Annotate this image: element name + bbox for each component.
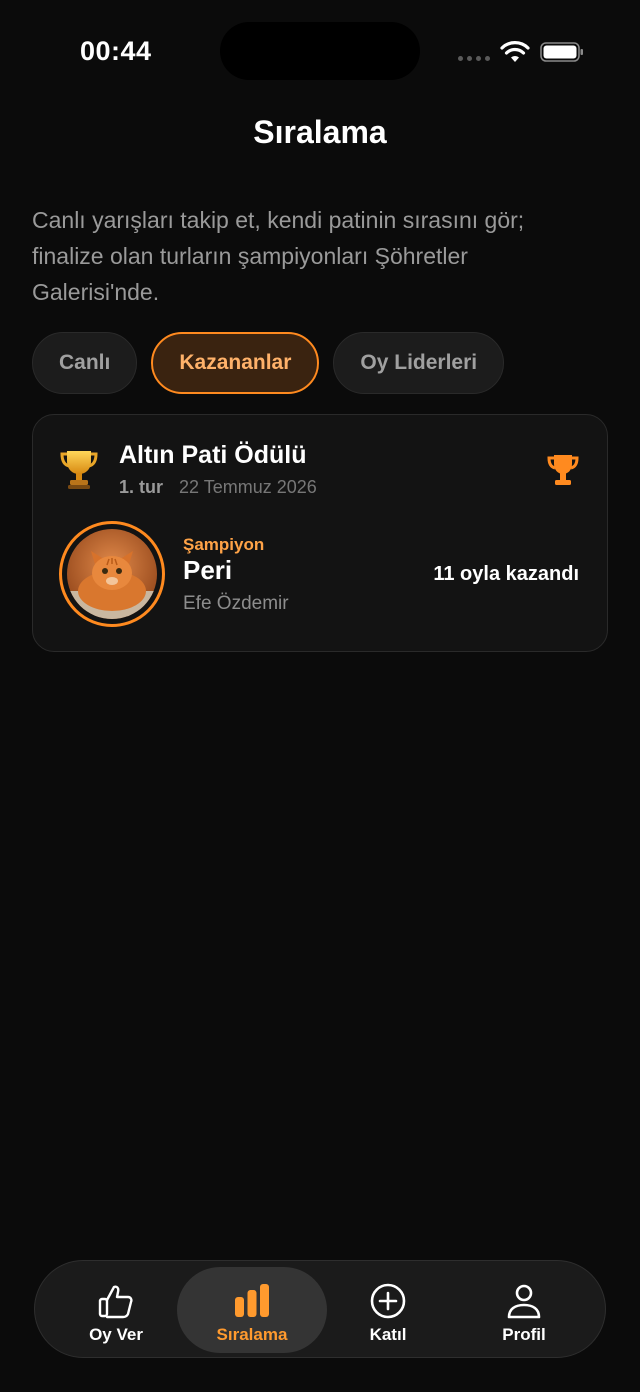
status-bar: 00:44 xyxy=(0,0,640,100)
votes-result: 11 oyla kazandı xyxy=(433,563,579,585)
champion-avatar[interactable] xyxy=(59,521,165,627)
nav-profile[interactable]: Profil xyxy=(449,1267,599,1353)
nav-ranking[interactable]: Sıralama xyxy=(177,1267,327,1353)
cellular-signal-icon xyxy=(458,56,490,61)
segment-tabs: Canlı Kazananlar Oy Liderleri xyxy=(32,332,505,394)
champion-label: Şampiyon xyxy=(183,535,265,554)
intro-text: Canlı yarışları takip et, kendi patinin … xyxy=(32,207,525,305)
page-title: Sıralama xyxy=(253,114,387,150)
owner-name: Efe Özdemir xyxy=(183,593,289,614)
wifi-icon xyxy=(500,41,530,62)
nav-label-vote: Oy Ver xyxy=(89,1325,143,1344)
nav-vote[interactable]: Oy Ver xyxy=(41,1267,191,1353)
round-label: 1. tur xyxy=(119,477,164,497)
cat-photo xyxy=(67,529,157,619)
tab-live[interactable]: Canlı xyxy=(32,332,138,394)
pet-name: Peri xyxy=(183,555,233,585)
tab-vote-leaders[interactable]: Oy Liderleri xyxy=(333,332,505,394)
award-title: Altın Pati Ödülü xyxy=(119,441,307,469)
award-date: 22 Temmuz 2026 xyxy=(179,477,317,497)
trophy-icon xyxy=(547,455,579,485)
battery-icon xyxy=(540,42,583,62)
plus-circle-icon xyxy=(370,1283,406,1319)
gold-trophy-icon xyxy=(60,451,98,489)
dynamic-island xyxy=(220,22,420,80)
person-icon xyxy=(507,1284,541,1319)
nav-join[interactable]: Katıl xyxy=(313,1267,463,1353)
nav-label-ranking: Sıralama xyxy=(216,1325,288,1344)
tab-winners[interactable]: Kazananlar xyxy=(151,332,320,394)
bar-chart-icon xyxy=(235,1284,269,1317)
nav-label-join: Katıl xyxy=(369,1325,407,1344)
award-card[interactable]: Altın Pati Ödülü 1. tur 22 Temmuz 2026 Ş… xyxy=(32,414,608,652)
bottom-tab-bar: Oy Ver Sıralama Katıl Profil xyxy=(34,1260,606,1358)
status-time: 00:44 xyxy=(80,36,152,66)
thumbs-up-icon xyxy=(98,1285,133,1319)
nav-label-profile: Profil xyxy=(502,1325,546,1344)
